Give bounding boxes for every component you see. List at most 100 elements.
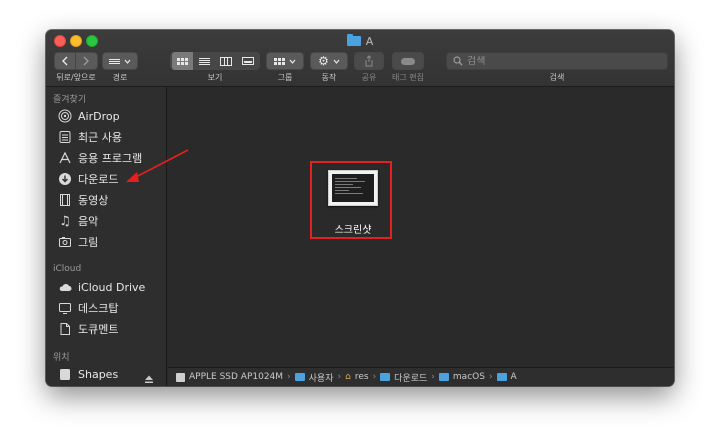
group-button[interactable] (266, 52, 304, 70)
chevron-right-icon (83, 56, 90, 66)
sidebar-item-label: Shapes (78, 367, 119, 381)
view-label: 보기 (207, 73, 223, 82)
path-separator-icon: › (372, 372, 377, 382)
sidebar-item-label: AirDrop (78, 109, 120, 123)
columns-icon (220, 56, 232, 66)
folder-icon (294, 373, 305, 381)
list-icon (109, 58, 120, 64)
sidebar-item-label: 데스크탑 (78, 302, 119, 315)
back-button[interactable] (55, 52, 76, 70)
icon-view-button[interactable] (171, 52, 193, 70)
sidebar-item-label: iCloud Drive (78, 280, 146, 294)
tag-button[interactable] (392, 52, 424, 70)
sidebar-item-label: 다운로드 (78, 173, 119, 186)
sidebar-item-pictures[interactable]: 그림 (58, 233, 98, 251)
chevron-down-icon (333, 59, 340, 64)
window-title-text: A (365, 34, 374, 48)
sidebar-item-label: 도큐멘트 (78, 323, 119, 336)
sidebar-item-recents[interactable]: 최근 사용 (58, 128, 122, 146)
sidebar-item-documents[interactable]: 도큐멘트 (58, 320, 118, 338)
path-item[interactable]: APPLE SSD AP1024M (189, 372, 283, 382)
view-control (170, 52, 260, 70)
gallery-icon (242, 57, 254, 65)
sidebar-item-movies[interactable]: 동영상 (58, 191, 108, 209)
sidebar-item-label: 응용 프로그램 (78, 152, 143, 165)
path-item[interactable]: A (511, 372, 517, 382)
path-bar: APPLE SSD AP1024M › 사용자 › ⌂ res › 다운로드 ›… (168, 367, 674, 386)
sidebar-item-label: 그림 (78, 236, 99, 249)
music-icon: ♫ (59, 213, 71, 229)
icloud-section-title: iCloud (53, 264, 82, 274)
path-button[interactable] (102, 52, 138, 70)
path-separator-icon: › (488, 372, 493, 382)
forward-button[interactable] (77, 52, 97, 70)
file-name-label[interactable]: 스크린샷 (314, 221, 392, 236)
share-icon (365, 55, 373, 67)
home-icon: ⌂ (345, 372, 351, 382)
documents-icon (58, 322, 72, 336)
folder-icon (346, 34, 361, 46)
search-input[interactable] (467, 55, 647, 67)
recents-icon (58, 130, 72, 144)
gallery-view-button[interactable] (238, 52, 259, 70)
tag-label: 태그 편집 (392, 73, 424, 82)
sidebar-item-downloads[interactable]: 다운로드 (58, 170, 118, 188)
grid-icon (176, 57, 188, 65)
finder-window: A 뒤로/앞으로 경로 보기 그룹 ⚙ 동작 공유 태그 편집 검색 검색 즐겨… (46, 30, 674, 386)
chevron-down-icon (289, 59, 296, 64)
sidebar-item-music[interactable]: ♫ 음악 (58, 212, 98, 230)
path-separator-icon: › (287, 372, 291, 382)
downloads-icon (58, 172, 72, 186)
path-item[interactable]: 사용자 (309, 371, 334, 384)
screenshot-file-icon[interactable] (328, 170, 378, 206)
chevron-down-icon (124, 59, 131, 64)
share-button[interactable] (354, 52, 384, 70)
folder-icon (380, 373, 391, 381)
sidebar-item-label: 음악 (78, 215, 99, 228)
list-view-button[interactable] (194, 52, 215, 70)
path-item[interactable]: res (355, 372, 369, 382)
action-label: 동작 (321, 73, 337, 82)
file-browser-area: 스크린샷 (168, 87, 674, 367)
toolbar: A 뒤로/앞으로 경로 보기 그룹 ⚙ 동작 공유 태그 편집 검색 검색 (46, 30, 674, 87)
tag-icon (401, 57, 415, 65)
column-view-button[interactable] (216, 52, 237, 70)
search-field (446, 52, 668, 70)
chevron-left-icon (62, 56, 68, 66)
sidebar-item-label: 동영상 (78, 194, 109, 207)
favorites-section-title: 즐겨찾기 (53, 95, 87, 105)
airdrop-icon (58, 109, 72, 123)
cloud-icon (58, 280, 72, 294)
path-item[interactable]: 다운로드 (394, 371, 427, 384)
group-grid-icon (274, 57, 285, 65)
eject-icon[interactable] (144, 369, 154, 383)
sidebar-item-label: 최근 사용 (78, 131, 122, 144)
action-button[interactable]: ⚙ (310, 52, 348, 70)
folder-icon (438, 373, 449, 381)
nav-label: 뒤로/앞으로 (56, 73, 96, 82)
gear-icon: ⚙ (318, 54, 329, 68)
sidebar-item-airdrop[interactable]: AirDrop (58, 107, 120, 125)
search-label: 검색 (549, 73, 565, 82)
search-icon (453, 56, 463, 66)
share-label: 공유 (361, 73, 377, 82)
screenshot-thumbnail (332, 174, 374, 202)
path-separator-icon: › (431, 372, 435, 382)
window-title: A (46, 33, 674, 49)
movies-icon (58, 193, 72, 207)
applications-icon (58, 151, 72, 165)
sidebar-item-desktop[interactable]: 데스크탑 (58, 299, 118, 317)
pictures-icon (58, 235, 72, 249)
back-forward-control (54, 52, 98, 70)
list-icon (198, 57, 210, 65)
sidebar-item-icloud-drive[interactable]: iCloud Drive (58, 278, 145, 296)
locations-section-title: 위치 (53, 353, 70, 363)
sidebar-item-shapes[interactable]: Shapes (58, 365, 158, 383)
disk-icon (176, 372, 185, 382)
sidebar: 즐겨찾기 AirDrop 최근 사용 응용 프로그램 다운로드 동영상 ♫ 음악… (46, 87, 167, 386)
group-label: 그룹 (277, 73, 293, 82)
desktop-icon (58, 301, 72, 315)
path-separator-icon: › (337, 372, 342, 382)
sidebar-item-applications[interactable]: 응용 프로그램 (58, 149, 142, 167)
path-item[interactable]: macOS (453, 372, 485, 382)
